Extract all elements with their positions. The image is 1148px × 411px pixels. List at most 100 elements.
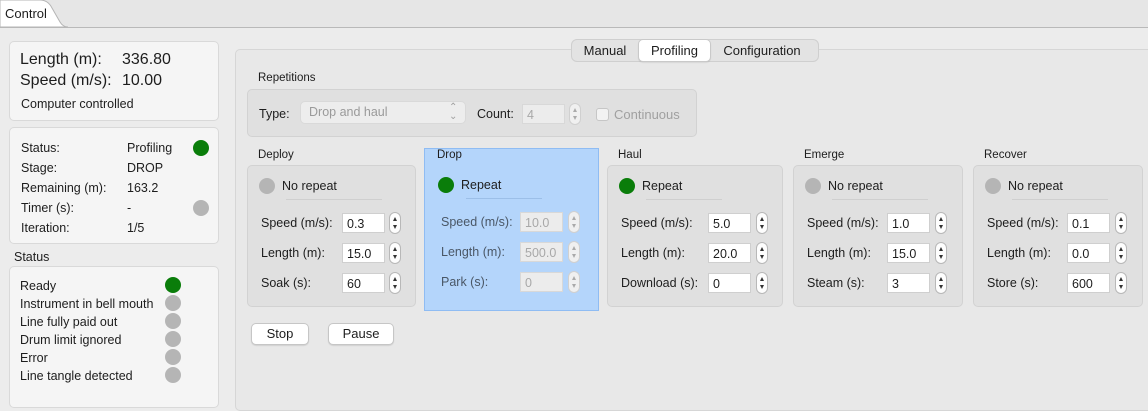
tab-manual[interactable]: Manual (572, 40, 638, 61)
haul-length-field[interactable]: 20.0 (708, 243, 751, 263)
status-tangle-label: Line tangle detected (20, 369, 133, 383)
select-arrows-icon: ⌃ ⌄ (449, 102, 458, 122)
haul-repeat-label: Repeat (642, 179, 683, 193)
tangle-indicator-icon (165, 367, 181, 383)
emerge-length-field[interactable]: 15.0 (887, 243, 930, 263)
deploy-soak-label: Soak (s): (261, 276, 312, 290)
state-remaining-label: Remaining (m): (21, 181, 107, 195)
bell-mouth-indicator-icon (165, 295, 181, 311)
status-section-title: Status (14, 250, 50, 264)
haul-download-label: Download (s): (621, 276, 699, 290)
haul-speed-stepper[interactable] (756, 212, 768, 234)
haul-speed-field[interactable]: 5.0 (708, 213, 751, 233)
recover-speed-stepper[interactable] (1115, 212, 1127, 234)
deploy-soak-stepper[interactable] (389, 272, 401, 294)
drop-length-stepper[interactable] (568, 241, 580, 263)
count-label: Count: (477, 107, 514, 121)
haul-divider (646, 199, 722, 200)
emerge-speed-stepper[interactable] (935, 212, 947, 234)
emerge-speed-field[interactable]: 1.0 (887, 213, 930, 233)
drop-park-label: Park (s): (441, 275, 489, 289)
recover-store-field[interactable]: 600 (1067, 273, 1110, 293)
drop-speed-label: Speed (m/s): (441, 215, 513, 229)
state-stage-value: DROP (127, 161, 164, 175)
emerge-title: Emerge (804, 149, 845, 161)
timer-indicator-icon (193, 200, 209, 216)
haul-download-stepper[interactable] (756, 272, 768, 294)
paid-out-indicator-icon (165, 313, 181, 329)
status-paid-out-label: Line fully paid out (20, 315, 118, 329)
mode-tabs: Manual Profiling Configuration (571, 39, 819, 62)
recover-divider (1012, 199, 1108, 200)
drop-length-label: Length (m): (441, 245, 505, 259)
haul-length-stepper[interactable] (756, 242, 768, 264)
drop-speed-stepper[interactable] (568, 211, 580, 233)
haul-download-field[interactable]: 0 (708, 273, 751, 293)
repetitions-title: Repetitions (258, 72, 316, 84)
tab-configuration[interactable]: Configuration (710, 40, 814, 61)
deploy-speed-field[interactable]: 0.3 (342, 213, 385, 233)
recover-speed-field[interactable]: 0.1 (1067, 213, 1110, 233)
stop-button[interactable]: Stop (251, 323, 309, 345)
type-select[interactable]: Drop and haul ⌃ ⌄ (300, 101, 466, 124)
status-ready-label: Ready (20, 279, 57, 293)
recover-length-label: Length (m): (987, 246, 1051, 260)
pause-button[interactable]: Pause (328, 323, 394, 345)
recover-title: Recover (984, 149, 1027, 161)
drum-limit-indicator-icon (165, 331, 181, 347)
drop-speed-field[interactable]: 10.0 (520, 212, 563, 232)
state-iteration-value: 1/5 (127, 221, 145, 235)
deploy-length-stepper[interactable] (389, 242, 401, 264)
recover-box: No repeat Speed (m/s): 0.1 Length (m): 0… (973, 165, 1143, 307)
recover-length-field[interactable]: 0.0 (1067, 243, 1110, 263)
recover-repeat-indicator-icon (985, 178, 1001, 194)
emerge-steam-field[interactable]: 3 (887, 273, 930, 293)
state-stage-label: Stage: (21, 161, 58, 175)
deploy-length-field[interactable]: 15.0 (342, 243, 385, 263)
status-indicator-icon (193, 140, 209, 156)
recover-store-label: Store (s): (987, 276, 1039, 290)
emerge-repeat-label: No repeat (828, 179, 883, 193)
recover-length-stepper[interactable] (1115, 242, 1127, 264)
deploy-title: Deploy (258, 149, 294, 161)
drop-park-field[interactable]: 0 (520, 272, 563, 292)
deploy-length-label: Length (m): (261, 246, 325, 260)
count-stepper[interactable] (569, 103, 581, 125)
deploy-repeat-indicator-icon (259, 178, 275, 194)
drop-park-stepper[interactable] (568, 271, 580, 293)
state-iteration-label: Iteration: (21, 221, 70, 235)
haul-repeat-indicator-icon (619, 178, 635, 194)
haul-length-label: Length (m): (621, 246, 685, 260)
emerge-steam-stepper[interactable] (935, 272, 947, 294)
drop-repeat-label: Repeat (461, 178, 502, 192)
continuous-label: Continuous (614, 107, 680, 122)
state-timer-value: - (127, 201, 132, 215)
deploy-soak-field[interactable]: 60 (342, 273, 385, 293)
tab-profiling[interactable]: Profiling (638, 39, 711, 62)
state-remaining-value: 163.2 (127, 181, 159, 195)
emerge-length-label: Length (m): (807, 246, 871, 260)
haul-box: Repeat Speed (m/s): 5.0 Length (m): 20.0… (607, 165, 783, 307)
length-label: Length (m): (20, 51, 102, 68)
state-timer-label: Timer (s): (21, 201, 74, 215)
drop-length-field[interactable]: 500.0 (520, 242, 563, 262)
state-status-label: Status: (21, 141, 60, 155)
emerge-divider (832, 199, 928, 200)
tab-control[interactable]: Control (0, 0, 68, 28)
continuous-checkbox[interactable] (596, 108, 609, 121)
length-value: 336.80 (122, 51, 171, 68)
state-status-value: Profiling (127, 141, 173, 155)
drop-divider (466, 198, 542, 199)
deploy-repeat-label: No repeat (282, 179, 337, 193)
recover-repeat-label: No repeat (1008, 179, 1063, 193)
repetitions-box: Type: Drop and haul ⌃ ⌄ Count: 4 Continuo… (247, 89, 697, 137)
status-error-label: Error (20, 351, 48, 365)
emerge-steam-label: Steam (s): (807, 276, 865, 290)
count-field[interactable]: 4 (522, 104, 565, 124)
summary-panel: Length (m): 336.80 Speed (m/s): 10.00 Co… (9, 41, 219, 121)
emerge-length-stepper[interactable] (935, 242, 947, 264)
deploy-divider (286, 199, 382, 200)
deploy-speed-stepper[interactable] (389, 212, 401, 234)
control-mode-text: Computer controlled (21, 97, 134, 111)
recover-store-stepper[interactable] (1115, 272, 1127, 294)
